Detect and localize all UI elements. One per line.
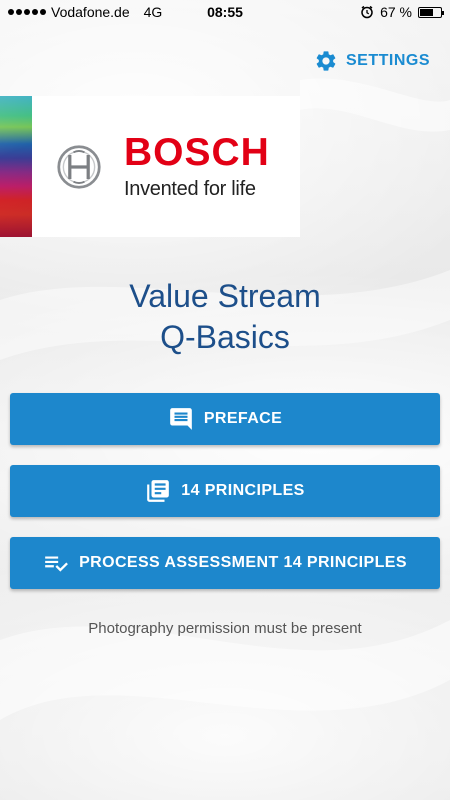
library-books-icon (147, 480, 170, 502)
bosch-logo-card: BOSCH Invented for life (0, 96, 300, 237)
status-bar: Vodafone.de 4G 08:55 67 % (0, 0, 450, 24)
comment-icon (169, 408, 192, 430)
principles-button[interactable]: 14 PRINCIPLES (10, 465, 440, 517)
process-assessment-label: PROCESS ASSESSMENT 14 PRINCIPLES (79, 554, 407, 571)
signal-strength-icon (8, 9, 46, 15)
preface-button[interactable]: PREFACE (10, 393, 440, 445)
settings-label: SETTINGS (345, 52, 430, 69)
preface-label: PREFACE (203, 410, 283, 427)
app-title-line2: Q-Basics (160, 319, 290, 355)
alarm-icon (361, 5, 373, 19)
battery-icon (418, 6, 444, 18)
settings-button[interactable]: SETTINGS (314, 49, 430, 73)
status-right: 67 % (360, 4, 444, 20)
app-title: Value Stream Q-Basics (0, 276, 450, 358)
battery-fill (420, 8, 434, 16)
brand-name: BOSCH (124, 130, 270, 174)
bosch-armature-icon (57, 144, 101, 189)
carrier-name: Vodafone.de (51, 4, 130, 20)
battery-percentage: 67 % (380, 4, 412, 20)
checklist-icon (45, 556, 68, 572)
photography-permission-note: Photography permission must be present (88, 620, 362, 637)
process-assessment-button[interactable]: PROCESS ASSESSMENT 14 PRINCIPLES (10, 537, 440, 589)
gear-icon (316, 51, 336, 71)
principles-label: 14 PRINCIPLES (181, 482, 305, 499)
network-type: 4G (143, 4, 163, 20)
brand-slogan: Invented for life (124, 177, 256, 200)
logo-text: BOSCH Invented for life (124, 133, 270, 201)
app-title-line1: Value Stream (129, 278, 321, 314)
color-strip (0, 96, 32, 237)
